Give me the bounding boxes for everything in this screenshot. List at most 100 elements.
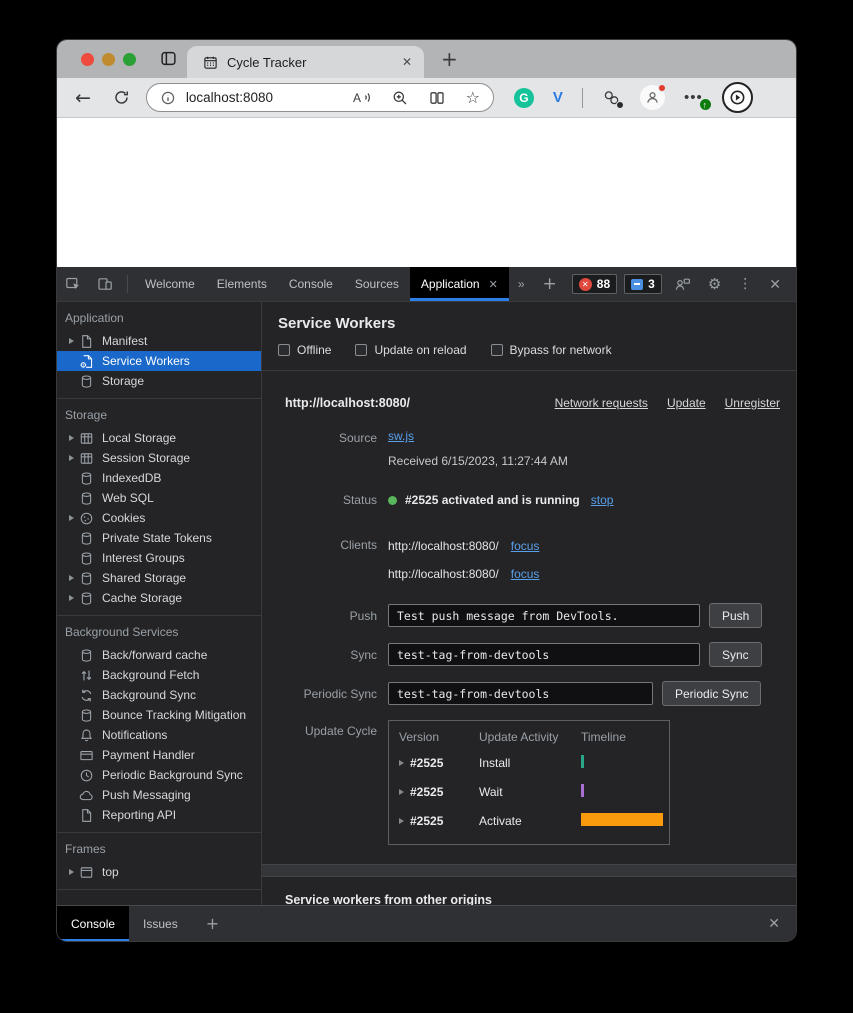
sidebar-item-web-sql[interactable]: Web SQL bbox=[57, 488, 261, 508]
zoom-window-button[interactable] bbox=[123, 53, 136, 66]
sidebar-item-service-workers[interactable]: Service Workers bbox=[57, 351, 261, 371]
tab-close-icon[interactable]: ✕ bbox=[402, 55, 412, 69]
sidebar-item-cache-storage[interactable]: Cache Storage bbox=[57, 588, 261, 608]
more-icon[interactable]: ••• ↑ bbox=[684, 89, 703, 106]
close-drawer-icon[interactable]: ✕ bbox=[752, 906, 796, 941]
version-cell[interactable]: #2525 bbox=[399, 756, 479, 770]
sidebar-item-private-state-tokens[interactable]: Private State Tokens bbox=[57, 528, 261, 548]
close-window-button[interactable] bbox=[81, 53, 94, 66]
version-cell[interactable]: #2525 bbox=[399, 814, 479, 828]
devtools-tab-welcome[interactable]: Welcome bbox=[134, 267, 206, 301]
checkbox-box[interactable] bbox=[355, 344, 367, 356]
sidebar-item-indexeddb[interactable]: IndexedDB bbox=[57, 468, 261, 488]
minimize-window-button[interactable] bbox=[102, 53, 115, 66]
update-cycle-column: Update Activity bbox=[479, 730, 581, 744]
checkbox-label: Bypass for network bbox=[510, 343, 612, 357]
update-cycle-column: Version bbox=[399, 730, 479, 744]
sidebar-item-background-sync[interactable]: Background Sync bbox=[57, 685, 261, 705]
checkbox-offline[interactable]: Offline bbox=[278, 343, 331, 357]
checkbox-bypass-for-network[interactable]: Bypass for network bbox=[491, 343, 612, 357]
sidebar-item-background-fetch[interactable]: Background Fetch bbox=[57, 665, 261, 685]
strip-divider bbox=[127, 275, 128, 293]
drawer-tab-console[interactable]: Console bbox=[57, 906, 129, 941]
copilot-icon[interactable] bbox=[722, 82, 753, 113]
network-requests-link[interactable]: Network requests bbox=[555, 396, 648, 410]
url-text[interactable]: localhost:8080 bbox=[186, 90, 273, 105]
close-devtools-icon[interactable]: ✕ bbox=[764, 276, 786, 293]
devtools-tab-sources[interactable]: Sources bbox=[344, 267, 410, 301]
sidebar-item-label: Local Storage bbox=[102, 431, 176, 445]
sync-input[interactable] bbox=[388, 643, 700, 666]
devtools-tab-application[interactable]: Application✕ bbox=[410, 267, 509, 301]
focus-link[interactable]: focus bbox=[511, 567, 540, 581]
v-extension-icon[interactable]: V bbox=[553, 89, 563, 106]
checkbox-box[interactable] bbox=[278, 344, 290, 356]
push-button[interactable]: Push bbox=[709, 603, 762, 628]
inspect-element-icon[interactable] bbox=[57, 267, 89, 301]
address-bar[interactable]: localhost:8080 A ☆ bbox=[146, 83, 494, 112]
new-tab-button[interactable]: + bbox=[441, 47, 458, 71]
sidebar-item-payment-handler[interactable]: Payment Handler bbox=[57, 745, 261, 765]
notification-dot bbox=[658, 84, 666, 92]
sidebar-item-manifest[interactable]: Manifest bbox=[57, 331, 261, 351]
sidebar-item-back-forward-cache[interactable]: Back/forward cache bbox=[57, 645, 261, 665]
sidebar-item-storage[interactable]: Storage bbox=[57, 371, 261, 391]
refresh-icon[interactable] bbox=[113, 89, 130, 106]
version-label: #2525 bbox=[410, 785, 443, 799]
grammarly-icon[interactable]: G bbox=[514, 88, 534, 108]
periodic-sync-input[interactable] bbox=[388, 682, 653, 705]
push-input[interactable] bbox=[388, 604, 700, 627]
unregister-link[interactable]: Unregister bbox=[725, 396, 780, 410]
checkbox-update-on-reload[interactable]: Update on reload bbox=[355, 343, 466, 357]
split-screen-icon[interactable] bbox=[429, 90, 445, 106]
table-icon bbox=[79, 450, 95, 466]
sidebar-item-bounce-tracking-mitigation[interactable]: Bounce Tracking Mitigation bbox=[57, 705, 261, 725]
extensions-icon[interactable] bbox=[602, 89, 621, 107]
sidebar-item-top[interactable]: top bbox=[57, 862, 261, 882]
info-icon[interactable] bbox=[160, 90, 176, 106]
sidebar-item-label: Reporting API bbox=[102, 808, 176, 822]
source-file-link[interactable]: sw.js bbox=[388, 429, 414, 443]
sync-button[interactable]: Sync bbox=[709, 642, 762, 667]
devtools-tab-elements[interactable]: Elements bbox=[206, 267, 278, 301]
sidebar-item-periodic-background-sync[interactable]: Periodic Background Sync bbox=[57, 765, 261, 785]
chevron-right-icon bbox=[69, 455, 74, 461]
issue-count-badge[interactable]: 3 bbox=[624, 274, 662, 294]
add-drawer-tab-button[interactable]: + bbox=[192, 906, 233, 941]
sidebar-item-notifications[interactable]: Notifications bbox=[57, 725, 261, 745]
sidebar-item-push-messaging[interactable]: Push Messaging bbox=[57, 785, 261, 805]
profile-icon[interactable] bbox=[640, 85, 665, 110]
checkbox-box[interactable] bbox=[491, 344, 503, 356]
kebab-menu-icon[interactable]: ⋮ bbox=[733, 276, 757, 292]
close-tab-icon[interactable]: ✕ bbox=[489, 278, 498, 291]
sidebar-item-interest-groups[interactable]: Interest Groups bbox=[57, 548, 261, 568]
devtools-tab-console[interactable]: Console bbox=[278, 267, 344, 301]
periodic-sync-button[interactable]: Periodic Sync bbox=[662, 681, 761, 706]
sidebar-item-label: Background Sync bbox=[102, 688, 196, 702]
read-aloud-icon[interactable]: A bbox=[353, 90, 371, 105]
back-icon[interactable]: ← bbox=[75, 87, 91, 109]
stop-link[interactable]: stop bbox=[591, 493, 614, 507]
error-count-badge[interactable]: 88 bbox=[572, 274, 617, 294]
browser-tab[interactable]: Cycle Tracker ✕ bbox=[187, 46, 424, 78]
version-cell[interactable]: #2525 bbox=[399, 785, 479, 799]
update-link[interactable]: Update bbox=[667, 396, 706, 410]
focus-link[interactable]: focus bbox=[511, 539, 540, 553]
feedback-icon[interactable] bbox=[669, 276, 696, 292]
add-devtools-tab-button[interactable]: + bbox=[534, 267, 566, 301]
device-toolbar-icon[interactable] bbox=[89, 267, 121, 301]
sidebar-item-reporting-api[interactable]: Reporting API bbox=[57, 805, 261, 825]
sidebar-item-cookies[interactable]: Cookies bbox=[57, 508, 261, 528]
more-tabs-icon[interactable]: » bbox=[509, 267, 534, 301]
database-icon bbox=[79, 470, 95, 486]
zoom-in-icon[interactable] bbox=[392, 90, 408, 106]
favorite-star-icon[interactable]: ☆ bbox=[466, 90, 480, 106]
settings-gear-icon[interactable]: ⚙ bbox=[703, 275, 726, 293]
drawer-tab-issues[interactable]: Issues bbox=[129, 906, 192, 941]
workspaces-icon[interactable] bbox=[160, 50, 177, 72]
sidebar-item-session-storage[interactable]: Session Storage bbox=[57, 448, 261, 468]
error-icon bbox=[579, 278, 592, 291]
other-origins-title: Service workers from other origins bbox=[285, 893, 780, 905]
sidebar-item-local-storage[interactable]: Local Storage bbox=[57, 428, 261, 448]
sidebar-item-shared-storage[interactable]: Shared Storage bbox=[57, 568, 261, 588]
